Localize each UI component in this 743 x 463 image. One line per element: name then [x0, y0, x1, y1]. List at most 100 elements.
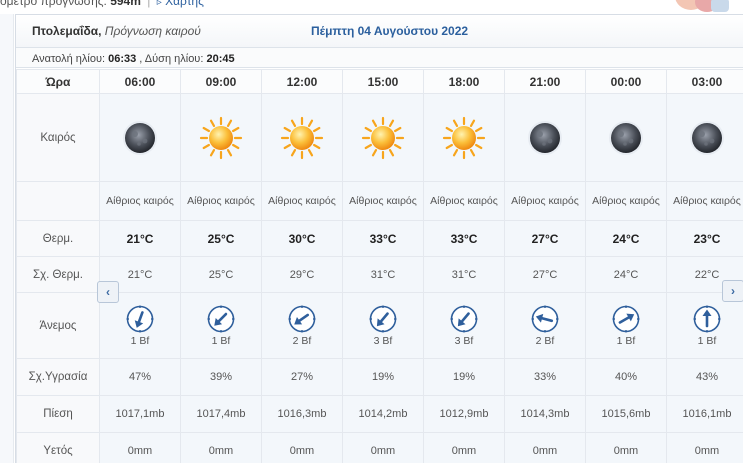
time-cell: 18:00: [423, 69, 505, 94]
sun-times: Ανατολή ηλίου: 06:33 , Δύση ηλίου: 20:45: [16, 48, 743, 68]
sunset-time: 20:45: [206, 53, 235, 65]
wind-indicator: 2 Bf: [506, 304, 585, 347]
scroll-right-button[interactable]: ›: [722, 280, 743, 302]
description-label: [16, 181, 100, 221]
time-cell: 12:00: [261, 69, 343, 94]
wind-direction-icon: [450, 305, 478, 333]
left-rail: [0, 14, 14, 463]
time-row: Ώρα 06:00 09:00 12:00 15:00 18:00 21:00 00:00 0…: [16, 69, 743, 94]
wind-indicator: 2 Bf: [263, 304, 342, 347]
temperature-value: 24°C: [585, 220, 667, 257]
weather-icon-cell: [585, 93, 667, 182]
scroll-left-button[interactable]: ‹: [97, 281, 119, 303]
wind-cell: 1 Bf: [585, 292, 667, 359]
wind-indicator: 3 Bf: [425, 304, 504, 347]
wind-beaufort: 1 Bf: [616, 335, 636, 347]
weather-icon-cell: [504, 93, 586, 182]
sunrise-label: Ανατολή ηλίου:: [32, 53, 106, 65]
wind-direction-icon: [531, 305, 559, 333]
wind-indicator: 1 Bf: [587, 304, 666, 347]
temperature-value: 30°C: [261, 220, 343, 257]
wind-cell: 1 Bf: [180, 292, 262, 359]
wind-cell: 2 Bf: [261, 292, 343, 359]
wind-beaufort: 2 Bf: [535, 335, 555, 347]
weather-description: Αίθριος καιρός: [180, 181, 262, 221]
temperature-value: 25°C: [180, 220, 262, 257]
precipitation-row: Υετός 0mm 0mm 0mm 0mm 0mm 0mm 0mm 0mm: [16, 432, 743, 463]
precipitation-value: 0mm: [666, 432, 743, 463]
feels-like-value: 27°C: [504, 256, 586, 293]
precipitation-value: 0mm: [504, 432, 586, 463]
precipitation-value: 0mm: [342, 432, 424, 463]
humidity-value: 40%: [585, 358, 667, 396]
feels-like-value: 31°C: [342, 256, 424, 293]
time-label: Ώρα: [16, 69, 100, 94]
forecast-date: Πέμπτη 04 Αυγούστου 2022: [311, 24, 469, 38]
feels-like-label: Σχ. Θερμ.: [16, 256, 100, 293]
sun-icon: [280, 116, 324, 160]
wind-indicator: 3 Bf: [344, 304, 423, 347]
clear-night-moon-icon: [690, 121, 724, 155]
time-cell: 03:00: [666, 69, 743, 94]
wind-direction-icon: [612, 305, 640, 333]
weather-description: Αίθριος καιρός: [666, 181, 743, 221]
pressure-value: 1014,2mb: [342, 395, 424, 433]
temperature-value: 21°C: [99, 220, 181, 257]
temperature-value: 27°C: [504, 220, 586, 257]
weather-description: Αίθριος καιρός: [585, 181, 667, 221]
clear-night-moon-icon: [123, 121, 157, 155]
humidity-value: 19%: [423, 358, 505, 396]
weather-icon-cell: [423, 93, 505, 182]
humidity-value: 33%: [504, 358, 586, 396]
wind-cell: 3 Bf: [423, 292, 505, 359]
wind-beaufort: 3 Bf: [373, 335, 393, 347]
temperature-row: Θερμ. 21°C 25°C 30°C 33°C 33°C 27°C 24°C 23°C: [16, 220, 743, 257]
precipitation-label: Υετός: [16, 432, 100, 463]
pressure-value: 1014,3mb: [504, 395, 586, 433]
clear-night-moon-icon: [528, 121, 562, 155]
forecast-panel: Πτολεμαΐδα, Πρόγνωση καιρού Πέμπτη 04 Αυ…: [15, 14, 743, 463]
wind-beaufort: 3 Bf: [454, 335, 474, 347]
temperature-value: 33°C: [423, 220, 505, 257]
wind-direction-icon: [126, 305, 154, 333]
weather-icon-cell: [99, 93, 181, 182]
temperature-label: Θερμ.: [16, 220, 100, 257]
feels-like-row: Σχ. Θερμ. 21°C 25°C 29°C 31°C 31°C 27°C 24°C 22…: [16, 256, 743, 293]
wind-indicator: 1 Bf: [182, 304, 261, 347]
forecast-table: Ώρα 06:00 09:00 12:00 15:00 18:00 21:00 00:00 0…: [16, 69, 743, 463]
pressure-value: 1016,3mb: [261, 395, 343, 433]
wind-beaufort: 1 Bf: [130, 335, 150, 347]
wind-direction-icon: [693, 305, 721, 333]
pressure-value: 1012,9mb: [423, 395, 505, 433]
weather-icon-cell: [180, 93, 262, 182]
forecast-subtitle: Πρόγνωση καιρού: [104, 24, 201, 38]
humidity-label: Σχ.Υγρασία: [16, 358, 100, 396]
altitude-value: 594m: [110, 0, 141, 8]
forecast-header: Πτολεμαΐδα, Πρόγνωση καιρού Πέμπτη 04 Αυ…: [16, 15, 743, 48]
city-name: Πτολεμαΐδα,: [32, 24, 102, 38]
sunset-label: , Δύση ηλίου:: [139, 53, 204, 65]
map-link[interactable]: Χάρτης: [165, 0, 204, 8]
humidity-value: 47%: [99, 358, 181, 396]
wind-row: Άνεμος 1 Bf 1 Bf 2 Bf 3 Bf 3 Bf 2 Bf 1 Bf 1 Bf: [16, 292, 743, 359]
time-cell: 15:00: [342, 69, 424, 94]
location-title: Πτολεμαΐδα, Πρόγνωση καιρού: [32, 24, 201, 38]
precipitation-value: 0mm: [180, 432, 262, 463]
weather-icon-cell: [666, 93, 743, 182]
forecast-meta-line: ομετρο πρόγνωσης: 594m | ▹ Χάρτης: [0, 0, 204, 8]
sunrise-time: 06:33: [108, 53, 137, 65]
sun-icon: [361, 116, 405, 160]
humidity-value: 27%: [261, 358, 343, 396]
precipitation-value: 0mm: [99, 432, 181, 463]
precipitation-value: 0mm: [261, 432, 343, 463]
weather-description: Αίθριος καιρός: [261, 181, 343, 221]
humidity-value: 19%: [342, 358, 424, 396]
feels-like-value: 29°C: [261, 256, 343, 293]
weather-icon-cell: [342, 93, 424, 182]
humidity-value: 39%: [180, 358, 262, 396]
weather-description: Αίθριος καιρός: [99, 181, 181, 221]
weather-icon-cell: [261, 93, 343, 182]
wind-direction-icon: [369, 305, 397, 333]
wind-beaufort: 1 Bf: [697, 335, 717, 347]
pressure-value: 1016,1mb: [666, 395, 743, 433]
